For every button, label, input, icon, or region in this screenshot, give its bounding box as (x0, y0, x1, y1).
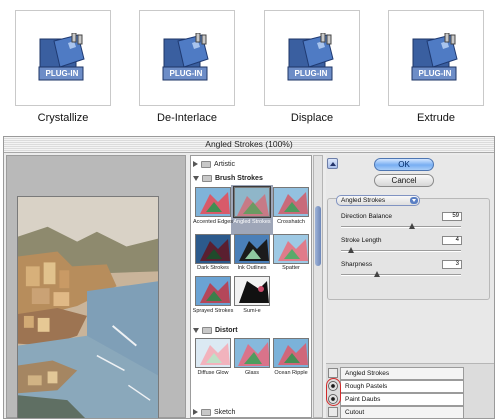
plugin-tile-de-interlace[interactable]: PLUG-IN (139, 10, 235, 106)
chevron-up-icon (330, 162, 336, 166)
slider-knob[interactable] (409, 223, 415, 229)
filter-label: Sumi-e (243, 308, 261, 314)
visibility-toggle[interactable] (328, 407, 338, 417)
thumbnail-image (235, 188, 269, 216)
filter-label: Spatter (282, 265, 300, 271)
effect-layers-list[interactable]: Angled Strokes Rough Pastels Paint Daubs… (326, 363, 494, 418)
category-label: Sketch (214, 408, 236, 416)
stroke-length-input[interactable]: 4 (442, 236, 462, 245)
filter-label: Crosshatch (277, 219, 305, 225)
param-label-stroke-length: Stroke Length (341, 237, 382, 244)
effect-layer-row[interactable]: Angled Strokes (340, 367, 464, 380)
plugin-badge: PLUG-IN (418, 69, 452, 78)
collapse-gallery-button[interactable] (327, 158, 338, 169)
plugin-tile-displace[interactable]: PLUG-IN (264, 10, 360, 106)
category-label: Artistic (214, 160, 235, 168)
filter-thumb-sprayed-strokes[interactable] (195, 276, 231, 306)
filter-thumb-angled-strokes[interactable] (233, 186, 271, 218)
filter-thumb-ocean-ripple[interactable] (273, 338, 309, 368)
effect-layer-row[interactable]: Rough Pastels (340, 380, 464, 393)
plugin-label-de-interlace: De-Interlace (157, 112, 217, 124)
dialog-title: Angled Strokes (100%) (205, 139, 293, 149)
plugin-tile-crystallize[interactable]: PLUG-IN (15, 10, 111, 106)
filter-label: Accented Edges (192, 219, 234, 225)
thumbnail-image (196, 277, 230, 305)
filter-label: Ocean Ripple (274, 370, 308, 376)
direction-balance-input[interactable]: 59 (442, 212, 462, 221)
thumbnail-image (196, 235, 230, 263)
folder-icon (201, 408, 211, 416)
filter-select-value: Angled Strokes (341, 197, 386, 204)
thumbnail-image (196, 339, 230, 367)
filter-thumb-spatter[interactable] (273, 234, 309, 264)
highlight-annotation (326, 378, 341, 406)
plugin-badge: PLUG-IN (45, 69, 79, 78)
dialog-titlebar[interactable]: Angled Strokes (100%) (4, 137, 494, 153)
dropdown-arrow-icon (410, 197, 418, 204)
plugin-label-displace: Displace (290, 112, 334, 124)
thumbnail-image (235, 235, 269, 263)
category-artistic[interactable]: Artistic (193, 158, 235, 170)
filter-label: Angled Strokes (233, 219, 271, 225)
effect-layer-row[interactable]: Paint Daubs (340, 393, 464, 406)
filter-label: Sprayed Strokes (192, 308, 234, 314)
disclosure-triangle-icon[interactable] (193, 175, 199, 181)
category-label: Brush Strokes (215, 174, 263, 182)
filter-label: Diffuse Glow (197, 370, 229, 376)
plugin-badge: PLUG-IN (294, 69, 328, 78)
sharpness-slider[interactable] (341, 271, 461, 277)
filter-label: Ink Outlines (237, 265, 267, 271)
filter-select-dropdown[interactable]: Angled Strokes (336, 195, 420, 206)
filter-thumb-dark-strokes[interactable] (195, 234, 231, 264)
filter-category-list[interactable]: Artistic Brush Strokes Accented Edges An… (190, 155, 312, 418)
filter-thumb-glass[interactable] (234, 338, 270, 368)
filter-thumb-crosshatch[interactable] (273, 187, 309, 217)
plugin-badge: PLUG-IN (169, 69, 203, 78)
thumbnail-image (235, 277, 269, 305)
preview-image (17, 196, 159, 418)
disclosure-triangle-icon[interactable] (193, 409, 198, 415)
folder-icon (202, 174, 212, 182)
disclosure-triangle-icon[interactable] (193, 161, 198, 167)
folder-icon (201, 160, 211, 168)
filter-thumb-sumi-e[interactable] (234, 276, 270, 306)
param-label-direction-balance: Direction Balance (341, 213, 392, 220)
filter-thumb-accented-edges[interactable] (195, 187, 231, 217)
category-brush-strokes[interactable]: Brush Strokes (193, 172, 263, 184)
filter-label: Glass (244, 370, 260, 376)
category-label: Distort (215, 326, 238, 334)
category-sketch[interactable]: Sketch (193, 406, 236, 417)
thumbnail-image (274, 339, 308, 367)
plugin-tile-extrude[interactable]: PLUG-IN (388, 10, 484, 106)
filter-list-scrollbar[interactable] (313, 155, 323, 418)
direction-balance-slider[interactable] (341, 223, 461, 229)
thumbnail-image (274, 188, 308, 216)
thumbnail-image (274, 235, 308, 263)
filter-gallery-dialog: Angled Strokes (100%) Artistic Brush Str… (3, 136, 495, 419)
plugin-label-crystallize: Crystallize (37, 112, 89, 124)
filter-label: Dark Strokes (197, 265, 229, 271)
sharpness-input[interactable]: 3 (442, 260, 462, 269)
slider-knob[interactable] (374, 271, 380, 277)
slider-knob[interactable] (348, 247, 354, 253)
cancel-button[interactable]: Cancel (374, 174, 434, 187)
disclosure-triangle-icon[interactable] (193, 327, 199, 333)
stroke-length-slider[interactable] (341, 247, 461, 253)
visibility-toggle[interactable] (328, 368, 338, 378)
filter-thumb-diffuse-glow[interactable] (195, 338, 231, 368)
thumbnail-image (196, 188, 230, 216)
filter-thumb-ink-outlines[interactable] (234, 234, 270, 264)
folder-icon (202, 326, 212, 334)
thumbnail-image (235, 339, 269, 367)
ok-button[interactable]: OK (374, 158, 434, 171)
category-distort[interactable]: Distort (193, 324, 238, 336)
settings-panel: OK Cancel Angled Strokes Direction Balan… (326, 155, 494, 418)
plugin-label-extrude: Extrude (417, 112, 455, 124)
scrollbar-thumb[interactable] (315, 206, 321, 266)
param-label-sharpness: Sharpness (341, 261, 373, 268)
effect-layer-row[interactable]: Cutout (340, 406, 464, 418)
preview-pane[interactable] (6, 155, 186, 418)
